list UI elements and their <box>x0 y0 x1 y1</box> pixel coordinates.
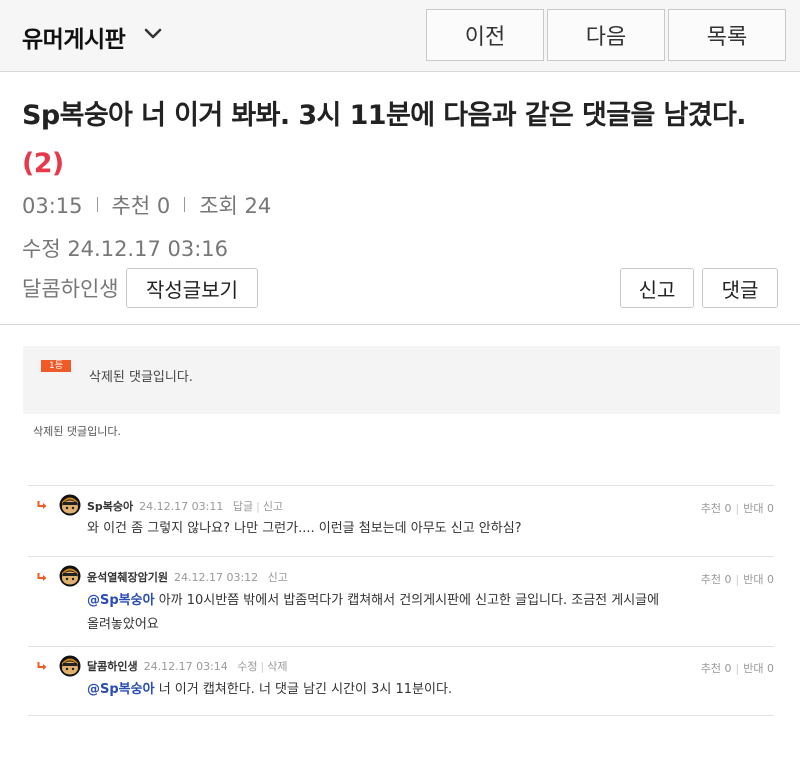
pipe-divider: | <box>260 660 265 673</box>
comment-text: 와 이건 좀 그렇지 않나요? 나만 그런가.... 이런글 첨보는데 아무도 … <box>87 521 522 536</box>
pipe-divider: | <box>735 502 740 515</box>
reply-arrow-icon <box>37 662 47 670</box>
comment-count[interactable]: (2) <box>22 148 64 179</box>
meta-divider <box>184 197 186 212</box>
avatar-icon[interactable] <box>59 565 81 587</box>
comment-date: 24.12.17 03:12 <box>173 571 259 584</box>
avatar-icon[interactable] <box>59 494 81 516</box>
oppose-link[interactable]: 반대 0 <box>743 502 774 515</box>
comment-text: 올려놓았어요 <box>87 617 159 632</box>
recommend-link[interactable]: 추천 0 <box>701 573 732 586</box>
reply-arrow-icon <box>37 501 47 509</box>
prev-button[interactable]: 이전 <box>426 9 544 61</box>
post-recommend: 추천 0 <box>111 194 171 218</box>
reply-arrow-icon <box>37 573 47 581</box>
comment-body: @Sp복숭아 너 이거 캡쳐한다. 너 댓글 남긴 시간이 3시 11분이다. <box>87 678 747 702</box>
oppose-link[interactable]: 반대 0 <box>743 573 774 586</box>
comment-votes: 추천 0 | 반대 0 <box>701 660 774 676</box>
pipe-divider: | <box>735 573 740 586</box>
comment-date: 24.12.17 03:14 <box>143 660 228 673</box>
view-posts-button[interactable]: 작성글보기 <box>126 268 258 308</box>
next-button[interactable]: 다음 <box>547 9 665 61</box>
meta-divider <box>96 197 98 212</box>
post-author[interactable]: 달콤하인생 <box>22 273 119 303</box>
report-link[interactable]: 신고 <box>268 571 288 584</box>
avatar-icon[interactable] <box>59 655 81 677</box>
best-comment: 1등 삭제된 댓글입니다. <box>23 346 780 414</box>
comment-divider <box>28 715 774 716</box>
comment-divider <box>28 646 774 647</box>
deleted-comment-notice: 삭제된 댓글입니다. <box>33 425 121 438</box>
post-title: Sp복숭아 너 이거 봐봐. 3시 11분에 다음과 같은 댓글을 남겼다. (… <box>22 92 782 188</box>
list-button[interactable]: 목록 <box>668 9 786 61</box>
pipe-divider: | <box>256 500 260 513</box>
post-views: 조회 24 <box>199 194 272 218</box>
reply-link[interactable]: 답글 <box>233 500 253 513</box>
comment-votes: 추천 0 | 반대 0 <box>701 500 774 516</box>
mention-link[interactable]: @Sp복숭아 <box>87 593 155 608</box>
edit-link[interactable]: 수정 <box>237 660 257 673</box>
board-title[interactable]: 유머게시판 <box>22 20 126 54</box>
recommend-link[interactable]: 추천 0 <box>701 502 732 515</box>
best-comment-text: 삭제된 댓글입니다. <box>89 370 193 385</box>
mention-link[interactable]: @Sp복숭아 <box>87 682 155 697</box>
post-title-text: Sp복숭아 너 이거 봐봐. 3시 11분에 다음과 같은 댓글을 남겼다. <box>22 100 747 131</box>
post-edited: 수정 24.12.17 03:16 <box>22 237 229 261</box>
comment-body: 와 이건 좀 그렇지 않나요? 나만 그런가.... 이런글 첨보는데 아무도 … <box>87 517 747 541</box>
report-button[interactable]: 신고 <box>620 268 694 308</box>
oppose-link[interactable]: 반대 0 <box>743 662 774 675</box>
comment-nick[interactable]: Sp복숭아 <box>87 500 133 513</box>
comment-text: 아까 10시반쯤 밖에서 밥좀먹다가 캡쳐해서 건의게시판에 신고한 글입니다.… <box>154 593 660 608</box>
top-navigation-bar: 유머게시판 이전 다음 목록 <box>0 0 800 72</box>
chevron-down-icon[interactable] <box>143 24 163 44</box>
comment-nick[interactable]: 윤석열췌장암기원 <box>87 571 168 584</box>
report-link[interactable]: 신고 <box>263 500 283 513</box>
divider <box>0 324 800 325</box>
post-meta: 03:15 추천 0 조회 24 <box>22 190 271 220</box>
comment-button[interactable]: 댓글 <box>702 268 778 308</box>
comment-header: 달콤하인생 24.12.17 03:14 수정 | 삭제 <box>87 658 288 674</box>
comment-divider <box>28 556 774 557</box>
comment-header: Sp복숭아 24.12.17 03:11 답글 | 신고 <box>87 498 283 514</box>
comment-date: 24.12.17 03:11 <box>139 500 224 513</box>
best-badge: 1등 <box>41 360 71 372</box>
recommend-link[interactable]: 추천 0 <box>701 662 732 675</box>
comment-header: 윤석열췌장암기원 24.12.17 03:12 신고 <box>87 569 288 585</box>
comment-body: @Sp복숭아 아까 10시반쯤 밖에서 밥좀먹다가 캡쳐해서 건의게시판에 신고… <box>87 589 747 637</box>
comment-votes: 추천 0 | 반대 0 <box>701 571 774 587</box>
comment-divider <box>28 485 774 486</box>
comment-text: 너 이거 캡쳐한다. 너 댓글 남긴 시간이 3시 11분이다. <box>154 682 453 697</box>
post-time: 03:15 <box>22 194 83 218</box>
pipe-divider: | <box>735 662 740 675</box>
delete-link[interactable]: 삭제 <box>267 660 287 673</box>
comment-nick[interactable]: 달콤하인생 <box>87 660 138 673</box>
